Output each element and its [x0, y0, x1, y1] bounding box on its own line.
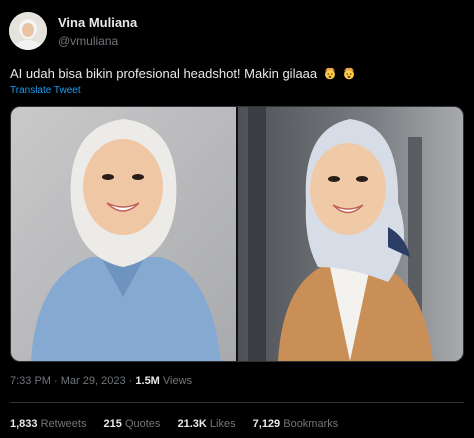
stats-divider: [10, 402, 464, 403]
bookmarks-count: 7,129: [252, 418, 281, 430]
engagement-stats: 1,833 Retweets 215 Quotes 21.3K Likes 7,…: [10, 418, 352, 430]
likes-label: Likes: [209, 418, 236, 430]
author-avatar[interactable]: [9, 12, 47, 50]
quotes-stat[interactable]: 215 Quotes: [104, 418, 164, 430]
meta-separator: ·: [128, 375, 133, 387]
tweet-text: AI udah bisa bikin profesional headshot!…: [10, 66, 356, 81]
tweet-text-content: AI udah bisa bikin profesional headshot!…: [10, 66, 318, 81]
bookmarks-stat[interactable]: 7,129 Bookmarks: [253, 418, 339, 430]
translate-tweet-link[interactable]: Translate Tweet: [10, 85, 81, 96]
tweet-time[interactable]: 7:33 PM: [10, 375, 51, 387]
exploding-head-emoji-icon: [324, 67, 335, 80]
author-handle[interactable]: @vmuliana: [58, 34, 118, 48]
meta-separator: ·: [54, 375, 58, 387]
likes-count: 21.3K: [177, 418, 207, 430]
views-label: Views: [162, 375, 193, 387]
headshot-photo-cardigan[interactable]: [238, 107, 463, 361]
retweets-stat[interactable]: 1,833 Retweets: [10, 418, 90, 430]
author-display-name[interactable]: Vina Muliana: [58, 15, 137, 30]
likes-stat[interactable]: 21.3K Likes: [177, 418, 238, 430]
quotes-label: Quotes: [124, 418, 161, 430]
tweet-date[interactable]: Mar 29, 2023: [61, 375, 126, 387]
views-count: 1.5M: [135, 375, 160, 387]
bookmarks-label: Bookmarks: [283, 418, 339, 430]
retweets-count: 1,833: [10, 418, 38, 430]
tweet-card: Vina Muliana @vmuliana AI udah bisa biki…: [0, 0, 474, 438]
exploding-head-emoji-icon: [344, 67, 355, 80]
headshot-photo-blue-shirt[interactable]: [11, 107, 236, 361]
tweet-media-grid: [10, 106, 464, 362]
retweets-label: Retweets: [40, 418, 87, 430]
tweet-meta: 7:33 PM · Mar 29, 2023 · 1.5M Views: [10, 375, 192, 387]
quotes-count: 215: [103, 418, 122, 430]
